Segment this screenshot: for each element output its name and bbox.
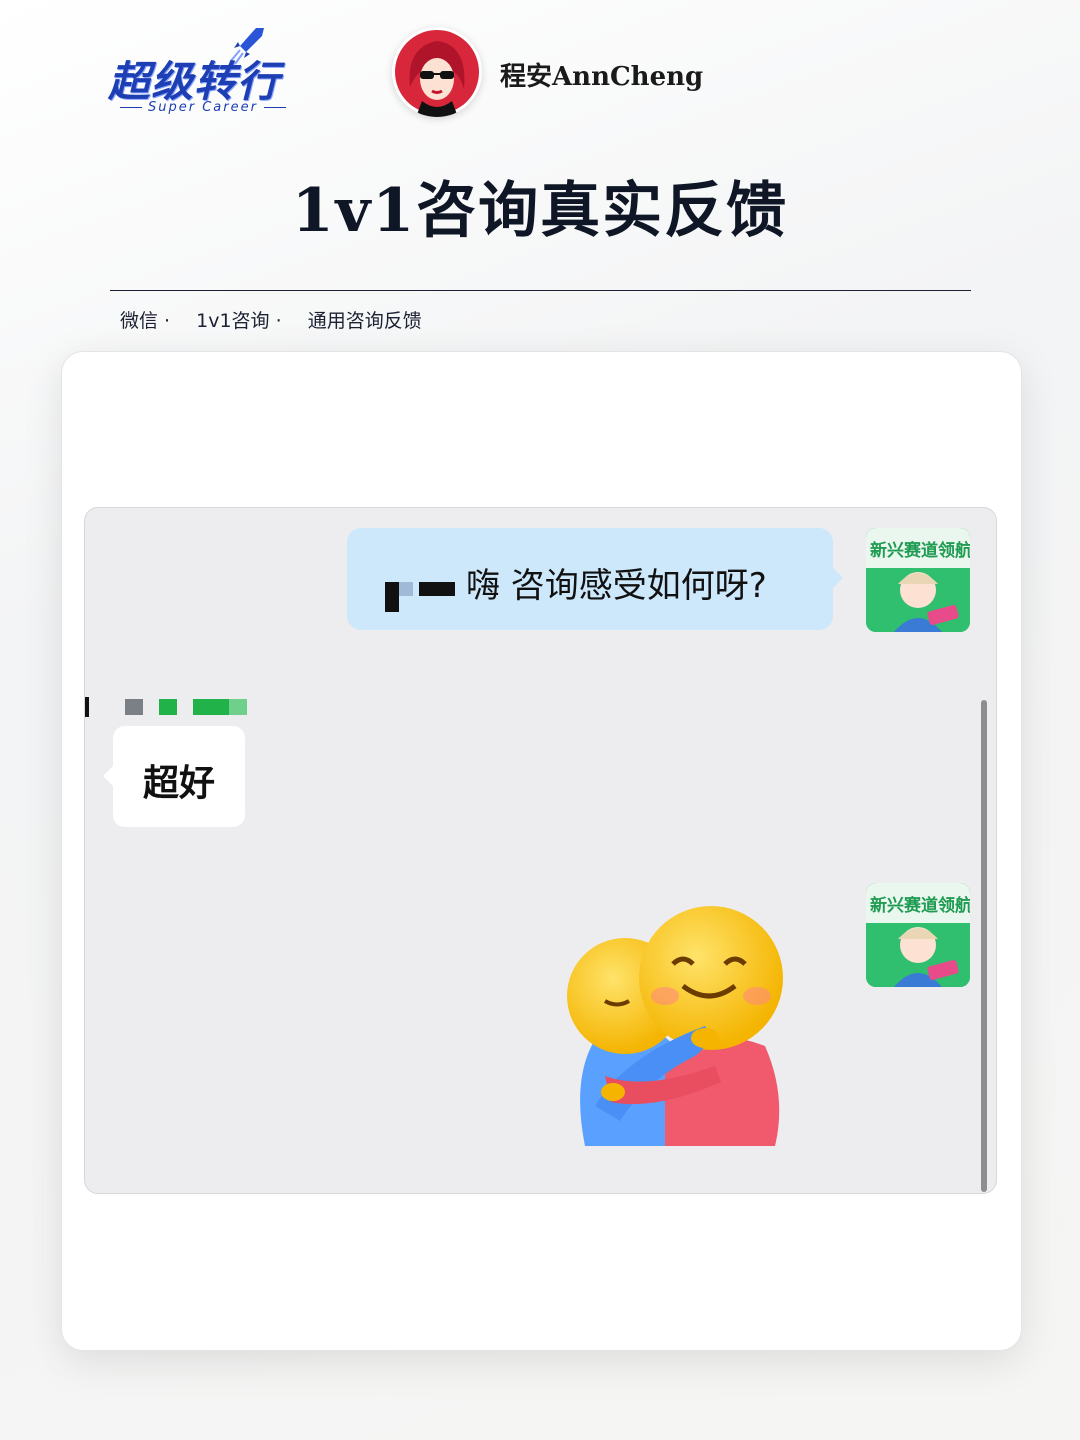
author-avatar: [392, 27, 482, 117]
chat-scrollbar[interactable]: [981, 700, 987, 1192]
message-text: 超好: [142, 763, 215, 804]
brand-subtitle: Super Career: [108, 100, 298, 115]
message-text: 嗨 咨询感受如何呀?: [466, 566, 767, 606]
redacted-name-mosaic: [385, 582, 455, 612]
hug-emoji-sticker-icon[interactable]: [565, 906, 805, 1156]
brand-logo: 超级转行 Super Career: [108, 26, 298, 118]
title-divider: [110, 290, 971, 291]
chat-avatar-self[interactable]: 新兴赛道领航员: [866, 528, 970, 632]
svg-text:新兴赛道领航员: 新兴赛道领航员: [870, 540, 970, 561]
breadcrumb: 微信 · 1v1咨询 · 通用咨询反馈: [120, 306, 442, 333]
breadcrumb-item-wechat: 微信 ·: [120, 310, 171, 332]
avatar-poster-icon: 新兴赛道领航员: [866, 528, 970, 632]
author-name: 程安AnnCheng: [500, 62, 704, 92]
avatar-woman-sunglasses-icon: [395, 30, 479, 117]
message-bubble-incoming[interactable]: 超好: [103, 726, 245, 827]
breadcrumb-item-feedback: 通用咨询反馈: [307, 310, 422, 332]
breadcrumb-item-consult: 1v1咨询 ·: [196, 310, 282, 332]
redacted-sender-mosaic: [85, 697, 247, 717]
chat-window: 嗨 咨询感受如何呀? 新兴赛道领航员 超好 新兴赛道领航员: [84, 507, 997, 1194]
page-title: 1v1咨询真实反馈: [291, 176, 789, 246]
svg-text:新兴赛道领航员: 新兴赛道领航员: [870, 895, 970, 916]
message-bubble-outgoing[interactable]: 嗨 咨询感受如何呀?: [347, 528, 843, 630]
avatar-poster-icon: 新兴赛道领航员: [866, 883, 970, 987]
chat-avatar-self[interactable]: 新兴赛道领航员: [866, 883, 970, 987]
